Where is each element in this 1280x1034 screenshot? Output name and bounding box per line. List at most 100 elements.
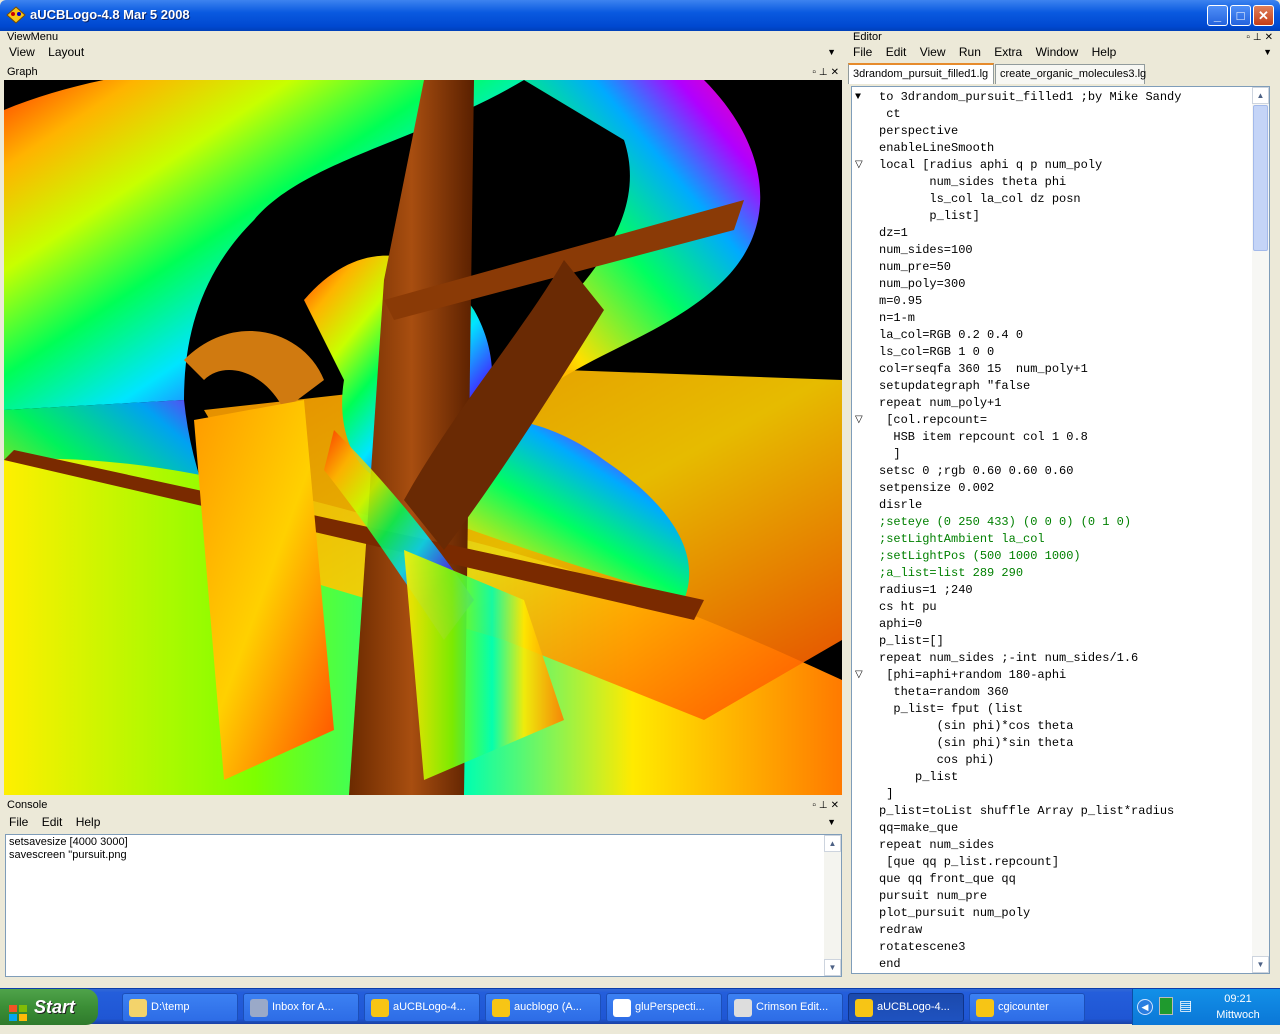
editor-menu-run[interactable]: Run <box>954 42 986 62</box>
console-pane-header: Console ▫⊥✕ <box>0 799 846 812</box>
code-line-text: setsc 0 ;rgb 0.60 0.60 0.60 <box>879 464 1074 478</box>
graph-pane-header: Graph ▫⊥✕ <box>0 66 846 79</box>
console-scrollbar[interactable]: ▲ ▼ <box>824 835 841 976</box>
console-line: savescreen "pursuit.png <box>9 849 127 861</box>
code-line-text: enableLineSmooth <box>879 141 995 155</box>
window-title-bar[interactable]: aUCBLogo-4.8 Mar 5 2008 _ □ ✕ <box>0 0 1280 31</box>
taskbar-button[interactable]: gluPerspecti... <box>606 993 722 1022</box>
tray-expand-icon[interactable]: ◀ <box>1137 999 1153 1015</box>
code-line-text: ] <box>879 447 901 461</box>
graph-canvas[interactable] <box>4 80 842 795</box>
code-line-text: [col.repcount= <box>879 413 988 427</box>
editor-scrollbar[interactable]: ▲ ▼ <box>1252 87 1269 973</box>
logo-icon <box>855 999 873 1017</box>
fold-gutter <box>852 87 870 973</box>
logo-icon <box>976 999 994 1017</box>
code-line-text: la_col=RGB 0.2 0.4 0 <box>879 328 1024 342</box>
editor-menu-window[interactable]: Window <box>1031 42 1084 62</box>
start-label: Start <box>34 997 76 1017</box>
code-line-text: [phi=aphi+random 180-aphi <box>879 668 1067 682</box>
editor-menu-extra[interactable]: Extra <box>989 42 1027 62</box>
tray-clock[interactable]: 09:21 <box>1203 993 1273 1005</box>
scroll-up-icon[interactable]: ▲ <box>824 835 841 852</box>
taskbar-button[interactable]: D:\temp <box>122 993 238 1022</box>
taskbar-button[interactable]: cgicounter <box>969 993 1085 1022</box>
code-line-text: HSB item repcount col 1 0.8 <box>879 430 1088 444</box>
minimize-button[interactable]: _ <box>1207 5 1228 26</box>
crimson-icon <box>734 999 752 1017</box>
menu-layout[interactable]: Layout <box>43 42 89 62</box>
fold-toggle-icon[interactable]: ▽ <box>855 667 867 684</box>
code-line-text: que qq front_que qq <box>879 872 1016 886</box>
taskbar-button[interactable]: aUCBLogo-4... <box>364 993 480 1022</box>
editor-menu-edit[interactable]: Edit <box>881 42 912 62</box>
menubar-overflow-icon[interactable]: ▼ <box>827 42 836 62</box>
rendered-3d-scene <box>4 80 842 795</box>
window-title: aUCBLogo-4.8 Mar 5 2008 <box>30 7 190 22</box>
code-line-text: dz=1 <box>879 226 908 240</box>
taskbar-button[interactable]: aUCBLogo-4... <box>848 993 964 1022</box>
taskbar-button[interactable]: aucblogo (A... <box>485 993 601 1022</box>
code-line-text: col=rseqfa 360 15 num_poly+1 <box>879 362 1088 376</box>
taskbar-button[interactable]: Inbox for A... <box>243 993 359 1022</box>
code-line-text: plot_pursuit num_poly <box>879 906 1031 920</box>
fold-toggle-icon[interactable]: ▽ <box>855 412 867 429</box>
mail-icon <box>250 999 268 1017</box>
pane-controls-icon[interactable]: ▫⊥✕ <box>812 799 842 812</box>
code-line-text: ls_col=RGB 1 0 0 <box>879 345 995 359</box>
tray-app-icon[interactable] <box>1159 997 1173 1015</box>
console-menu-file[interactable]: File <box>4 812 33 832</box>
console-pane-title: Console <box>7 799 48 811</box>
taskbar-button-label: gluPerspecti... <box>635 1001 705 1013</box>
code-line-text: aphi=0 <box>879 617 923 631</box>
tab-3drandom-pursuit[interactable]: 3drandom_pursuit_filled1.lg <box>848 63 994 84</box>
taskbar-button-label: aUCBLogo-4... <box>393 1001 466 1013</box>
help-icon <box>613 999 631 1017</box>
code-line-text: to 3drandom_pursuit_filled1 ;by Mike San… <box>879 90 1182 104</box>
code-editor[interactable]: ▼ to 3drandom_pursuit_filled1 ;by Mike Sa… <box>851 86 1270 974</box>
code-line-text: [que qq p_list.repcount] <box>879 855 1060 869</box>
code-line-text: p_list= fput (list <box>879 702 1024 716</box>
tab-create-organic-molecules[interactable]: create_organic_molecules3.lg <box>995 64 1146 84</box>
taskbar-button-label: aUCBLogo-4... <box>877 1001 950 1013</box>
code-line-text: p_list=toList shuffle Array p_list*radiu… <box>879 804 1175 818</box>
code-line-text: cs ht pu <box>879 600 937 614</box>
menubar-overflow-icon[interactable]: ▼ <box>827 812 836 832</box>
tray-network-icon[interactable]: ▤ <box>1179 997 1195 1015</box>
taskbar-button[interactable]: Crimson Edit... <box>727 993 843 1022</box>
close-button[interactable]: ✕ <box>1253 5 1274 26</box>
scroll-down-icon[interactable]: ▼ <box>824 959 841 976</box>
taskbar-button-label: D:\temp <box>151 1001 190 1013</box>
scroll-up-icon[interactable]: ▲ <box>1252 87 1269 104</box>
editor-menu-file[interactable]: File <box>848 42 877 62</box>
code-line-text: ;a_list=list 289 290 <box>879 566 1024 580</box>
editor-menu-help[interactable]: Help <box>1087 42 1122 62</box>
taskbar-button-label: cgicounter <box>998 1001 1049 1013</box>
console-text-area[interactable]: setsavesize [4000 3000] savescreen "purs… <box>5 834 842 977</box>
aucblogo-app-icon <box>6 6 26 24</box>
menubar-overflow-icon[interactable]: ▼ <box>1263 42 1272 62</box>
code-line-text: p_list <box>879 770 959 784</box>
taskbar-button-label: aucblogo (A... <box>514 1001 582 1013</box>
code-line-text: ] <box>879 787 894 801</box>
code-line-text: num_sides=100 <box>879 243 973 257</box>
console-menu-help[interactable]: Help <box>71 812 106 832</box>
code-line-text: perspective <box>879 124 959 138</box>
code-line-text: ;setLightPos (500 1000 1000) <box>879 549 1081 563</box>
code-line-text: repeat num_sides ;-int num_sides/1.6 <box>879 651 1139 665</box>
code-line-text: (sin phi)*sin theta <box>879 736 1074 750</box>
maximize-button[interactable]: □ <box>1230 5 1251 26</box>
code-line-text: end <box>879 957 901 971</box>
taskbar-button-label: Crimson Edit... <box>756 1001 829 1013</box>
menu-view[interactable]: View <box>4 42 40 62</box>
editor-menu-view[interactable]: View <box>915 42 951 62</box>
start-button[interactable]: Start <box>0 989 98 1025</box>
scroll-down-icon[interactable]: ▼ <box>1252 956 1269 973</box>
scroll-thumb[interactable] <box>1253 105 1268 251</box>
console-menu-edit[interactable]: Edit <box>37 812 68 832</box>
code-line-text: ;seteye (0 250 433) (0 0 0) (0 1 0) <box>879 515 1132 529</box>
pane-controls-icon[interactable]: ▫⊥✕ <box>812 66 842 79</box>
fold-toggle-icon[interactable]: ▽ <box>855 157 867 174</box>
fold-toggle-icon[interactable]: ▼ <box>855 89 867 106</box>
code-line-text: rotatescene3 <box>879 940 966 954</box>
